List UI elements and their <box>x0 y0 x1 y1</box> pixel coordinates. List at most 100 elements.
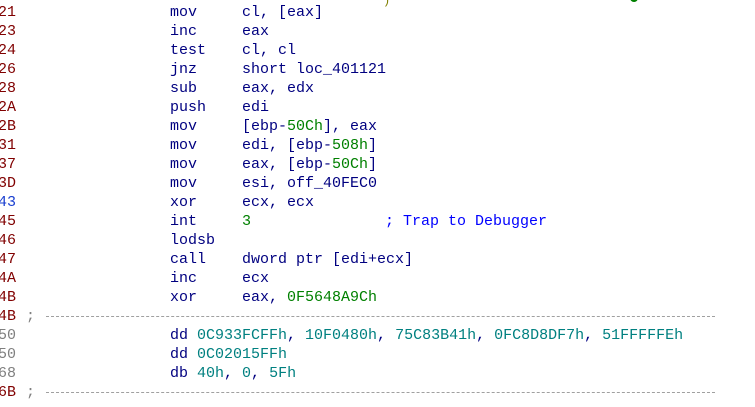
numeric-operand: 50Ch <box>332 156 369 173</box>
operand-text: ] <box>368 137 378 154</box>
operand-text: , <box>377 327 396 344</box>
separator-line[interactable]: 6B; <box>0 383 755 402</box>
operands[interactable]: cl, [eax] <box>242 3 323 22</box>
address: 2A <box>0 99 17 116</box>
data-line[interactable]: 50 dd 0C02015FFh <box>0 345 755 364</box>
operand-text: cl, [eax] <box>242 4 324 21</box>
mnemonic[interactable]: call <box>170 250 206 269</box>
address: 6B <box>0 384 17 401</box>
instruction-line[interactable]: 24 test cl, cl <box>0 41 755 60</box>
operands[interactable]: 3 <box>242 212 251 231</box>
mnemonic[interactable]: xor <box>170 193 197 212</box>
data-line[interactable]: 68 db 40h, 0, 5Fh <box>0 364 755 383</box>
numeric-operand: 0FC8D8DF7h <box>494 327 585 344</box>
address: 68 <box>0 365 17 382</box>
operands[interactable]: eax, [ebp-50Ch] <box>242 155 377 174</box>
operands[interactable]: [ebp-50Ch], eax <box>242 117 377 136</box>
address: 4A <box>0 270 17 287</box>
mnemonic[interactable]: mov <box>170 3 197 22</box>
instruction-line[interactable]: 21 mov cl, [eax] <box>0 3 755 22</box>
separator-dashes <box>46 392 715 393</box>
instruction-line[interactable]: 4A inc ecx <box>0 269 755 288</box>
operands[interactable]: ecx, ecx <box>242 193 314 212</box>
operands[interactable]: ecx <box>242 269 269 288</box>
operand-text: short loc_401121 <box>242 61 387 78</box>
mnemonic[interactable]: mov <box>170 117 197 136</box>
address: 4B <box>0 308 17 325</box>
instruction-line[interactable]: 43 xor ecx, ecx <box>0 193 755 212</box>
operand-text: ecx, ecx <box>242 194 315 211</box>
mnemonic[interactable]: lodsb <box>170 231 215 250</box>
numeric-operand: 508h <box>332 137 369 154</box>
mnemonic[interactable]: jnz <box>170 60 197 79</box>
instruction-line[interactable]: 37 mov eax, [ebp-50Ch] <box>0 155 755 174</box>
operands[interactable]: esi, off_40FEC0 <box>242 174 377 193</box>
operands[interactable]: 0C933FCFFh, 10F0480h, 75C83B41h, 0FC8D8D… <box>197 326 683 345</box>
instruction-line[interactable]: 46 lodsb <box>0 231 755 250</box>
address: 47 <box>0 251 17 268</box>
operand-text: cl, cl <box>242 42 297 59</box>
instruction-line[interactable]: 45 int 3 ; Trap to Debugger <box>0 212 755 231</box>
instruction-line[interactable]: 3D mov esi, off_40FEC0 <box>0 174 755 193</box>
instruction-line[interactable]: 31 mov edi, [ebp-508h] <box>0 136 755 155</box>
address: 21 <box>0 4 17 21</box>
operand-text: , <box>287 327 306 344</box>
operands[interactable]: eax, 0F5648A9Ch <box>242 288 377 307</box>
mnemonic[interactable]: xor <box>170 288 197 307</box>
operands[interactable]: cl, cl <box>242 41 296 60</box>
operands[interactable]: 40h, 0, 5Fh <box>197 364 296 383</box>
instruction-line[interactable]: 28 sub eax, edx <box>0 79 755 98</box>
numeric-operand: 50Ch <box>287 118 324 135</box>
mnemonic[interactable]: mov <box>170 136 197 155</box>
operands[interactable]: eax, edx <box>242 79 314 98</box>
instruction-line[interactable]: 2A push edi <box>0 98 755 117</box>
instruction-line[interactable]: 23 inc eax <box>0 22 755 41</box>
data-line[interactable]: 50 dd 0C933FCFFh, 10F0480h, 75C83B41h, 0FC… <box>0 326 755 345</box>
mnemonic[interactable]: push <box>170 98 206 117</box>
operand-text: , <box>251 365 270 382</box>
mnemonic[interactable]: inc <box>170 22 197 41</box>
mnemonic[interactable]: sub <box>170 79 197 98</box>
operand-text: eax, edx <box>242 80 315 97</box>
operands[interactable]: dword ptr [edi+ecx] <box>242 250 413 269</box>
mnemonic[interactable]: db <box>170 364 188 383</box>
instruction-line[interactable]: 4B xor eax, 0F5648A9Ch <box>0 288 755 307</box>
separator-semicolon: ; <box>26 384 36 401</box>
numeric-operand: 51FFFFFEh <box>602 327 684 344</box>
operand-text: eax <box>242 23 270 40</box>
address: 24 <box>0 42 17 59</box>
operands[interactable]: 0C02015FFh <box>197 345 287 364</box>
numeric-operand: 0C02015FFh <box>197 346 288 363</box>
operands[interactable]: edi, [ebp-508h] <box>242 136 377 155</box>
address: 50 <box>0 346 17 363</box>
instruction-line[interactable]: 26 jnz short loc_401121 <box>0 60 755 79</box>
address: 31 <box>0 137 17 154</box>
operand-text: eax, [ebp- <box>242 156 333 173</box>
numeric-operand: 0 <box>242 365 252 382</box>
separator-line[interactable]: 4B; <box>0 307 755 326</box>
address: 46 <box>0 232 17 249</box>
mnemonic[interactable]: mov <box>170 155 197 174</box>
numeric-operand: 75C83B41h <box>395 327 477 344</box>
mnemonic[interactable]: inc <box>170 269 197 288</box>
numeric-operand: 40h <box>197 365 225 382</box>
operand-text: , <box>584 327 603 344</box>
instruction-line[interactable]: 47 call dword ptr [edi+ecx] <box>0 250 755 269</box>
operand-text: dword ptr [edi+ecx] <box>242 251 414 268</box>
address: 26 <box>0 61 17 78</box>
operands[interactable]: eax <box>242 22 269 41</box>
mnemonic[interactable]: dd <box>170 326 188 345</box>
mnemonic[interactable]: dd <box>170 345 188 364</box>
instruction-line[interactable]: 2B mov [ebp-50Ch], eax <box>0 117 755 136</box>
address: 43 <box>0 194 17 211</box>
operand-text: , <box>224 365 243 382</box>
comment: ; Trap to Debugger <box>385 213 548 230</box>
mnemonic[interactable]: test <box>170 41 206 60</box>
mnemonic[interactable]: int <box>170 212 197 231</box>
operand-text: edi, [ebp- <box>242 137 333 154</box>
operand-text: edi <box>242 99 270 116</box>
operands[interactable]: edi <box>242 98 269 117</box>
mnemonic[interactable]: mov <box>170 174 197 193</box>
operands[interactable]: short loc_401121 <box>242 60 386 79</box>
operand-text: eax, <box>242 289 288 306</box>
